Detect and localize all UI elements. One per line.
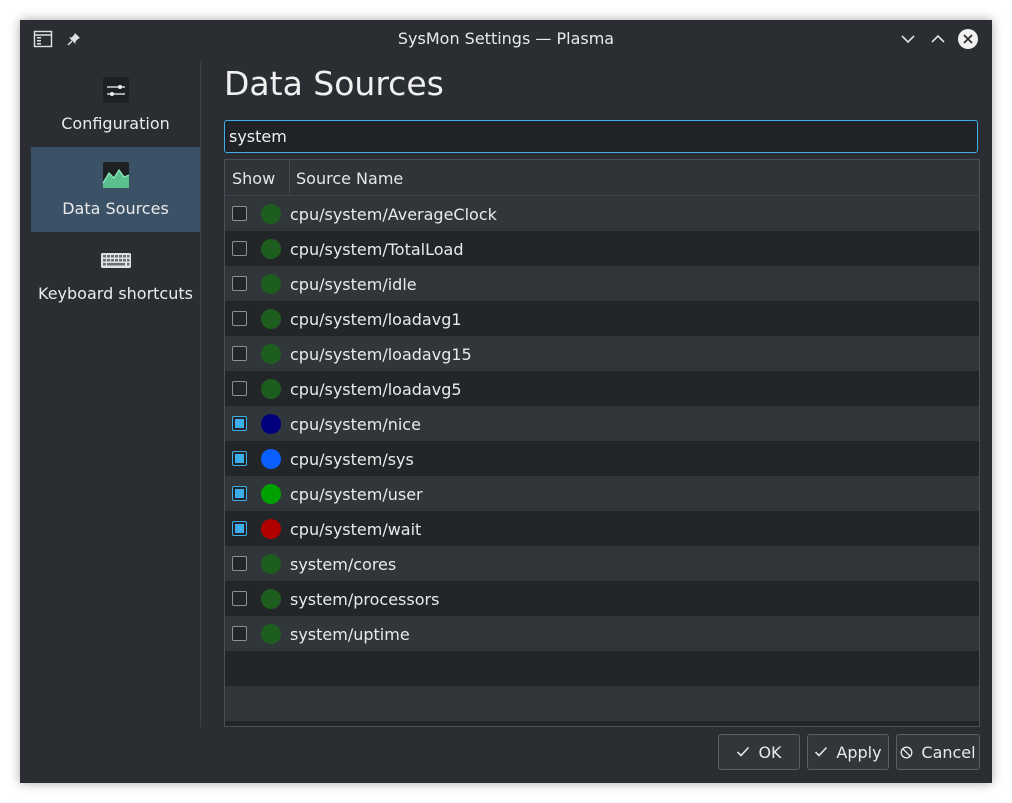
- source-name: cpu/system/wait: [290, 520, 422, 539]
- ok-label: OK: [758, 742, 782, 762]
- color-swatch[interactable]: [261, 519, 281, 539]
- empty-row: [225, 686, 979, 721]
- sliders-icon: [100, 74, 132, 106]
- check-icon: [814, 746, 828, 758]
- table-row[interactable]: cpu/system/loadavg1: [225, 301, 979, 336]
- sidebar-item-label: Configuration: [61, 114, 170, 133]
- settings-window: SysMon Settings — Plasma Configuration D…: [20, 20, 992, 783]
- sidebar-item-configuration[interactable]: Configuration: [31, 62, 200, 147]
- color-swatch[interactable]: [261, 484, 281, 504]
- source-name: cpu/system/loadavg5: [290, 380, 462, 399]
- show-checkbox[interactable]: [232, 206, 247, 221]
- column-header-source-name[interactable]: Source Name: [296, 160, 403, 196]
- sidebar-item-keyboard-shortcuts[interactable]: Keyboard shortcuts: [31, 232, 200, 317]
- color-swatch[interactable]: [261, 344, 281, 364]
- color-swatch[interactable]: [261, 589, 281, 609]
- table-row[interactable]: cpu/system/idle: [225, 266, 979, 301]
- table-row[interactable]: cpu/system/loadavg15: [225, 336, 979, 371]
- column-divider[interactable]: [289, 160, 290, 196]
- source-name: cpu/system/TotalLoad: [290, 240, 464, 259]
- show-checkbox[interactable]: [232, 311, 247, 326]
- color-swatch[interactable]: [261, 274, 281, 294]
- show-checkbox[interactable]: [232, 451, 247, 466]
- show-checkbox[interactable]: [232, 276, 247, 291]
- source-name: cpu/system/AverageClock: [290, 205, 497, 224]
- show-checkbox[interactable]: [232, 346, 247, 361]
- cancel-label: Cancel: [921, 742, 976, 762]
- show-checkbox[interactable]: [232, 241, 247, 256]
- show-checkbox[interactable]: [232, 381, 247, 396]
- table-row[interactable]: cpu/system/AverageClock: [225, 196, 979, 231]
- show-checkbox[interactable]: [232, 626, 247, 641]
- search-input[interactable]: system: [224, 120, 978, 153]
- column-header-show[interactable]: Show: [232, 160, 275, 196]
- window-title: SysMon Settings — Plasma: [397, 29, 615, 48]
- source-name: cpu/system/sys: [290, 450, 414, 469]
- color-swatch[interactable]: [261, 204, 281, 224]
- check-icon: [736, 746, 750, 758]
- apply-label: Apply: [836, 742, 882, 762]
- keyboard-icon: [100, 244, 132, 276]
- maximize-icon[interactable]: [925, 26, 951, 52]
- show-checkbox[interactable]: [232, 521, 247, 536]
- show-checkbox[interactable]: [232, 416, 247, 431]
- color-swatch[interactable]: [261, 239, 281, 259]
- sidebar-divider: [200, 62, 201, 727]
- color-swatch[interactable]: [261, 624, 281, 644]
- cancel-icon: [900, 746, 913, 759]
- source-name: cpu/system/nice: [290, 415, 421, 434]
- table-row[interactable]: system/uptime: [225, 616, 979, 651]
- show-checkbox[interactable]: [232, 591, 247, 606]
- data-sources-table: Show Source Name cpu/system/AverageClock…: [224, 159, 980, 727]
- table-row[interactable]: cpu/system/wait: [225, 511, 979, 546]
- color-swatch[interactable]: [261, 309, 281, 329]
- table-row[interactable]: cpu/system/user: [225, 476, 979, 511]
- source-name: system/cores: [290, 555, 397, 574]
- source-name: system/uptime: [290, 625, 410, 644]
- titlebar: SysMon Settings — Plasma: [20, 20, 992, 58]
- table-row[interactable]: cpu/system/sys: [225, 441, 979, 476]
- minimize-icon[interactable]: [895, 26, 921, 52]
- close-icon[interactable]: [955, 26, 981, 52]
- apply-button[interactable]: Apply: [807, 734, 889, 770]
- color-swatch[interactable]: [261, 449, 281, 469]
- source-name: cpu/system/user: [290, 485, 423, 504]
- sidebar-item-label: Data Sources: [62, 199, 169, 218]
- color-swatch[interactable]: [261, 554, 281, 574]
- source-name: system/processors: [290, 590, 440, 609]
- ok-button[interactable]: OK: [718, 734, 800, 770]
- sidebar-item-label: Keyboard shortcuts: [38, 284, 193, 303]
- page-title: Data Sources: [224, 64, 444, 103]
- show-checkbox[interactable]: [232, 486, 247, 501]
- show-checkbox[interactable]: [232, 556, 247, 571]
- color-swatch[interactable]: [261, 414, 281, 434]
- table-header: Show Source Name: [225, 160, 979, 196]
- sidebar: Configuration Data Sources Keyboard shor…: [31, 62, 200, 748]
- source-name: cpu/system/loadavg15: [290, 345, 472, 364]
- table-row[interactable]: cpu/system/loadavg5: [225, 371, 979, 406]
- table-row[interactable]: cpu/system/nice: [225, 406, 979, 441]
- color-swatch[interactable]: [261, 379, 281, 399]
- sidebar-item-data-sources[interactable]: Data Sources: [31, 147, 200, 232]
- table-row[interactable]: system/processors: [225, 581, 979, 616]
- source-name: cpu/system/loadavg1: [290, 310, 462, 329]
- empty-row: [225, 651, 979, 686]
- table-row[interactable]: system/cores: [225, 546, 979, 581]
- chart-icon: [100, 159, 132, 191]
- source-name: cpu/system/idle: [290, 275, 417, 294]
- table-row[interactable]: cpu/system/TotalLoad: [225, 231, 979, 266]
- cancel-button[interactable]: Cancel: [896, 734, 980, 770]
